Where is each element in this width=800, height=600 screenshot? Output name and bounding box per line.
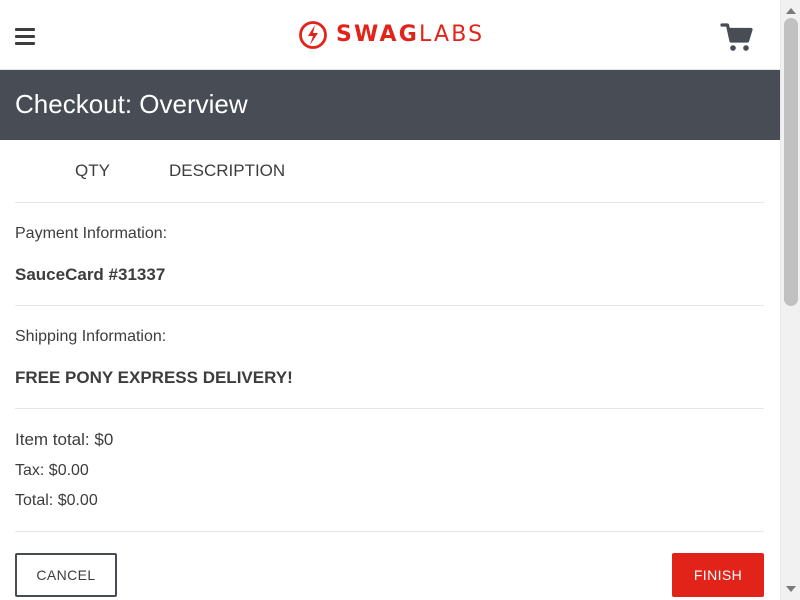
hamburger-menu-icon-middle [15, 35, 35, 38]
quantity-heading: QTY [75, 161, 110, 180]
checkout-overview-page: SWAGLABS Checkout: Overview QTY DESCRIPT… [0, 0, 800, 600]
checkout-summary: QTY DESCRIPTION Payment Information: Sau… [15, 140, 764, 600]
grand-total: Total: $0.00 [15, 492, 98, 509]
app-header: SWAGLABS [0, 0, 780, 70]
finish-button[interactable]: FINISH [672, 553, 764, 597]
brand-name-light: LABS [419, 22, 485, 47]
page-subheader: Checkout: Overview [0, 70, 780, 140]
order-totals: Item total: $0 Tax: $0.00 Total: $0.00 [15, 409, 764, 532]
shopping-cart-button[interactable] [720, 22, 754, 54]
logo-mark-icon [299, 21, 327, 49]
cancel-button[interactable]: CANCEL [15, 553, 117, 597]
brand-name: SWAGLABS [336, 20, 484, 50]
checkout-actions: CANCEL FINISH [15, 532, 764, 600]
tax-total: Tax: $0.00 [15, 462, 89, 479]
menu-button[interactable] [12, 23, 38, 51]
page-title: Checkout: Overview [15, 89, 248, 119]
description-heading: DESCRIPTION [169, 161, 286, 180]
scroll-up-arrow-icon[interactable] [786, 8, 796, 14]
app-logo: SWAGLABS [298, 20, 484, 50]
shopping-cart-icon [720, 23, 753, 51]
brand-name-bold: SWAG [336, 22, 420, 47]
hamburger-menu-icon [15, 28, 35, 31]
scroll-down-arrow-icon[interactable] [786, 586, 796, 592]
cart-list-headings: QTY DESCRIPTION [15, 140, 764, 203]
item-total: Item total: $0 [15, 430, 114, 449]
payment-information-section: Payment Information: SauceCard #31337 [15, 203, 764, 306]
hamburger-menu-icon-bottom [15, 42, 35, 45]
payment-information-value: SauceCard #31337 [15, 265, 166, 284]
shipping-information-label: Shipping Information: [15, 328, 167, 345]
shipping-information-value: FREE PONY EXPRESS DELIVERY! [15, 368, 293, 387]
payment-information-label: Payment Information: [15, 225, 168, 242]
shipping-information-section: Shipping Information: FREE PONY EXPRESS … [15, 306, 764, 409]
vertical-scrollbar[interactable] [780, 0, 800, 600]
scrollbar-thumb[interactable] [784, 18, 798, 306]
